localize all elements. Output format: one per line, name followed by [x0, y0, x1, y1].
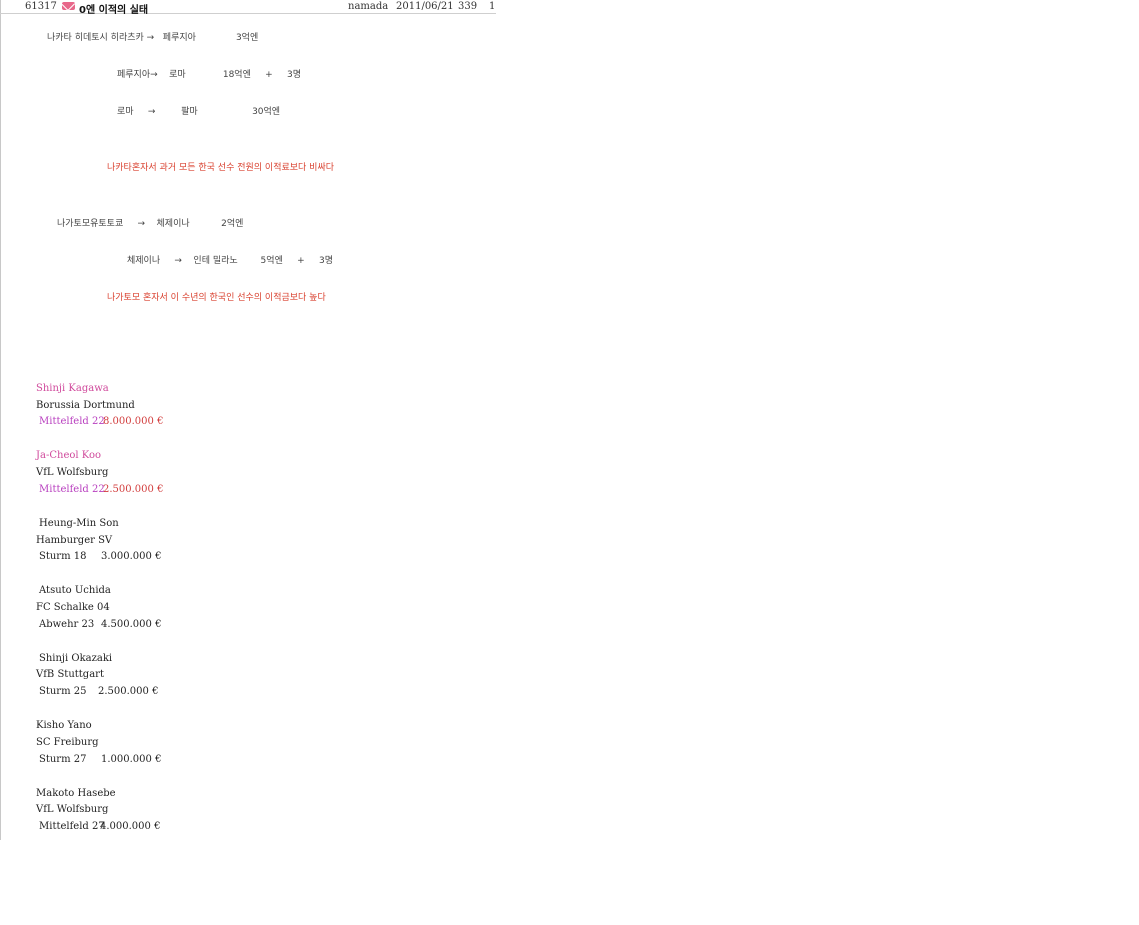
mail-icon [62, 2, 75, 10]
player-name[interactable]: Kisho Yano [36, 720, 92, 732]
post-id: 61317 [25, 1, 57, 12]
player-position: Abwehr 23 [39, 619, 95, 630]
player-club: VfB Stuttgart [36, 669, 104, 680]
player-club: VfL Wolfsburg [36, 467, 109, 478]
post-views: 339 [458, 1, 478, 12]
post-recommends: 1 [489, 1, 496, 12]
player-club: SC Freiburg [36, 737, 99, 748]
player-value: 8.000.000 € [103, 416, 164, 427]
transfer-line-nakata-1: 나카타 히데토시 히라츠카 → 페루지아 3억엔 [47, 33, 259, 43]
player-position: Sturm 18 [39, 551, 87, 562]
player-club: FC Schalke 04 [36, 602, 110, 613]
remark-nakata: 나카타혼자서 과거 모든 한국 선수 전원의 이적료보다 비싸다 [107, 163, 335, 173]
player-value: 2.500.000 € [103, 484, 164, 495]
post-title[interactable]: 0엔 이적의 실태 [79, 1, 148, 16]
player-position: Mittelfeld 22 [39, 416, 105, 427]
player-position: Sturm 27 [39, 754, 87, 765]
player-club: Borussia Dortmund [36, 400, 135, 411]
player-value: 4.000.000 € [100, 821, 161, 832]
left-border [0, 0, 1, 840]
post-header-row[interactable]: 61317 0엔 이적의 실태 namada 2011/06/21 339 1 [0, 0, 496, 16]
player-value: 1.000.000 € [101, 754, 162, 765]
transfer-line-nakata-3: 로마 → 팔마 30억엔 [117, 107, 281, 117]
player-name[interactable]: Shinji Okazaki [39, 653, 112, 665]
player-value: 3.000.000 € [101, 551, 162, 562]
player-name[interactable]: Ja-Cheol Koo [36, 450, 101, 462]
transfer-line-nagatomo-1: 나가토모유토토쿄 → 체제이나 2억엔 [57, 219, 244, 229]
player-name[interactable]: Makoto Hasebe [36, 788, 116, 800]
player-position: Sturm 25 [39, 686, 87, 697]
player-name[interactable]: Atsuto Uchida [39, 585, 111, 597]
player-name[interactable]: Heung-Min Son [39, 518, 119, 530]
transfer-line-nagatomo-2: 체제이나 → 인테 밀라노 5억엔 + 3명 [127, 256, 333, 266]
player-name[interactable]: Shinji Kagawa [36, 383, 109, 395]
transfer-line-nakata-2: 페루지아→ 로마 18억엔 + 3명 [117, 70, 302, 80]
player-position: Mittelfeld 22 [39, 484, 105, 495]
player-club: Hamburger SV [36, 535, 113, 546]
post-date: 2011/06/21 [396, 1, 454, 12]
player-value: 2.500.000 € [98, 686, 159, 697]
player-club: VfL Wolfsburg [36, 804, 109, 815]
post-author[interactable]: namada [348, 1, 388, 12]
remark-nagatomo: 나가토모 혼자서 이 수년의 한국인 선수의 이적금보다 높다 [107, 293, 326, 303]
player-value: 4.500.000 € [101, 619, 162, 630]
player-position: Mittelfeld 27 [39, 821, 105, 832]
